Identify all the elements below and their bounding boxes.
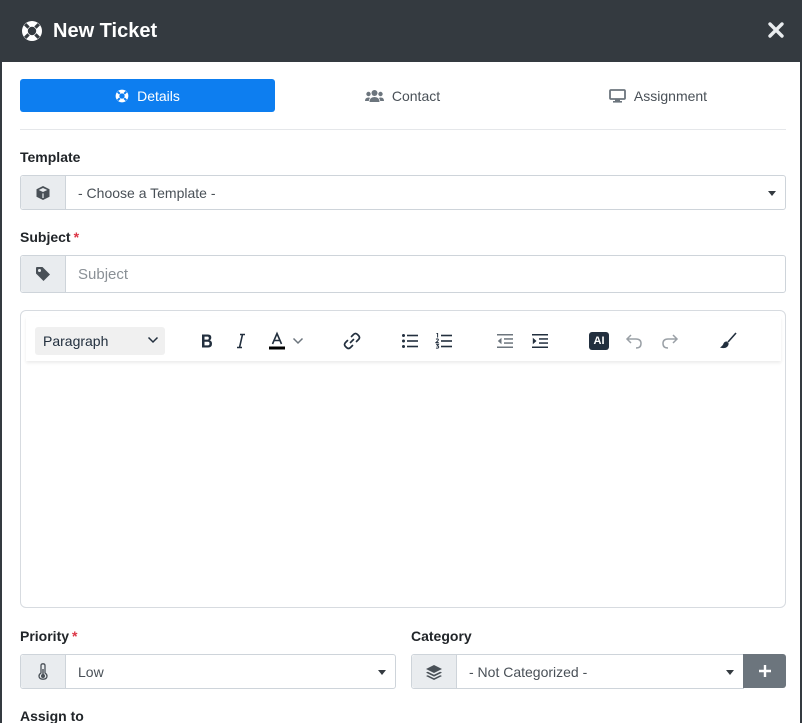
text-color-dropdown[interactable] — [290, 327, 306, 355]
tab-assignment[interactable]: Assignment — [530, 79, 786, 112]
close-icon[interactable] — [766, 20, 786, 40]
brush-icon — [720, 332, 737, 349]
priority-label: Priority * — [20, 628, 77, 644]
link-button[interactable] — [338, 327, 366, 355]
redo-icon — [662, 334, 679, 349]
subject-label-text: Subject — [20, 229, 71, 245]
clear-formatting-button[interactable] — [714, 327, 742, 355]
indent-button[interactable] — [526, 327, 554, 355]
required-mark: * — [72, 628, 78, 644]
subject-field[interactable]: Subject — [20, 255, 786, 293]
category-label: Category — [411, 628, 472, 644]
bold-button[interactable] — [193, 327, 221, 355]
subject-label: Subject * — [20, 229, 79, 245]
desktop-icon — [609, 88, 626, 103]
priority-label-text: Priority — [20, 628, 70, 644]
italic-icon — [237, 333, 245, 349]
chevron-down-icon — [726, 669, 734, 675]
priority-value: Low — [66, 655, 395, 688]
modal-header: New Ticket — [2, 0, 802, 62]
undo-icon — [625, 334, 642, 349]
tab-assignment-label: Assignment — [633, 87, 708, 104]
layers-icon — [426, 664, 442, 680]
undo-button[interactable] — [620, 327, 648, 355]
indent-icon — [532, 334, 548, 348]
category-select[interactable]: - Not Categorized - — [411, 654, 744, 689]
editor-content-area[interactable] — [26, 363, 781, 603]
bullet-list-button[interactable] — [396, 327, 424, 355]
template-value: - Choose a Template - — [66, 176, 785, 209]
priority-select[interactable]: Low — [20, 654, 396, 689]
chevron-down-icon — [378, 669, 386, 675]
numbered-list-button[interactable] — [430, 327, 458, 355]
block-format-value: Paragraph — [43, 333, 109, 349]
editor-toolbar: Paragraph AI — [26, 317, 781, 361]
new-ticket-modal: New Ticket Details Contact Assignment Te… — [0, 0, 802, 723]
subject-addon — [21, 256, 66, 292]
category-value: - Not Categorized - — [457, 655, 743, 688]
tab-contact[interactable]: Contact — [275, 79, 530, 112]
subject-input[interactable]: Subject — [66, 256, 785, 292]
ai-icon: AI — [589, 332, 609, 350]
life-ring-icon — [22, 21, 42, 41]
modal-title: New Ticket — [53, 20, 158, 42]
add-category-button[interactable] — [743, 654, 786, 688]
cube-icon — [36, 185, 50, 200]
text-color-button[interactable] — [264, 327, 290, 355]
bold-icon — [202, 334, 212, 348]
block-format-select[interactable]: Paragraph — [35, 327, 165, 355]
chevron-down-icon — [147, 336, 159, 344]
bullet-list-icon — [402, 334, 418, 348]
numbered-list-icon — [435, 333, 452, 349]
tab-divider — [20, 129, 786, 130]
required-mark: * — [73, 229, 80, 245]
outdent-icon — [497, 334, 513, 348]
template-value-text: - Choose a Template - — [78, 184, 216, 201]
template-select[interactable]: - Choose a Template - — [20, 175, 786, 210]
assign-to-label: Assign to — [20, 708, 84, 723]
rich-text-editor[interactable]: Paragraph AI — [20, 310, 786, 608]
tag-icon — [36, 267, 50, 281]
tab-details-label: Details — [137, 87, 180, 104]
priority-addon — [21, 655, 66, 688]
ai-label: AI — [593, 335, 605, 347]
category-value-text: - Not Categorized - — [469, 663, 588, 680]
life-ring-icon — [115, 89, 129, 102]
text-color-icon — [269, 331, 285, 350]
users-icon — [364, 89, 384, 102]
plus-icon — [758, 665, 771, 677]
ai-assistant-button[interactable]: AI — [585, 327, 613, 355]
thermometer-icon — [38, 663, 48, 680]
outdent-button[interactable] — [491, 327, 519, 355]
category-addon — [412, 655, 457, 688]
redo-button[interactable] — [656, 327, 684, 355]
link-icon — [343, 332, 361, 350]
tab-contact-label: Contact — [391, 87, 441, 104]
italic-button[interactable] — [227, 327, 255, 355]
chevron-down-icon — [768, 190, 776, 196]
chevron-down-icon — [292, 337, 304, 345]
priority-value-text: Low — [78, 663, 104, 680]
template-addon — [21, 176, 66, 209]
template-label: Template — [20, 149, 81, 165]
tab-details[interactable]: Details — [20, 79, 275, 112]
